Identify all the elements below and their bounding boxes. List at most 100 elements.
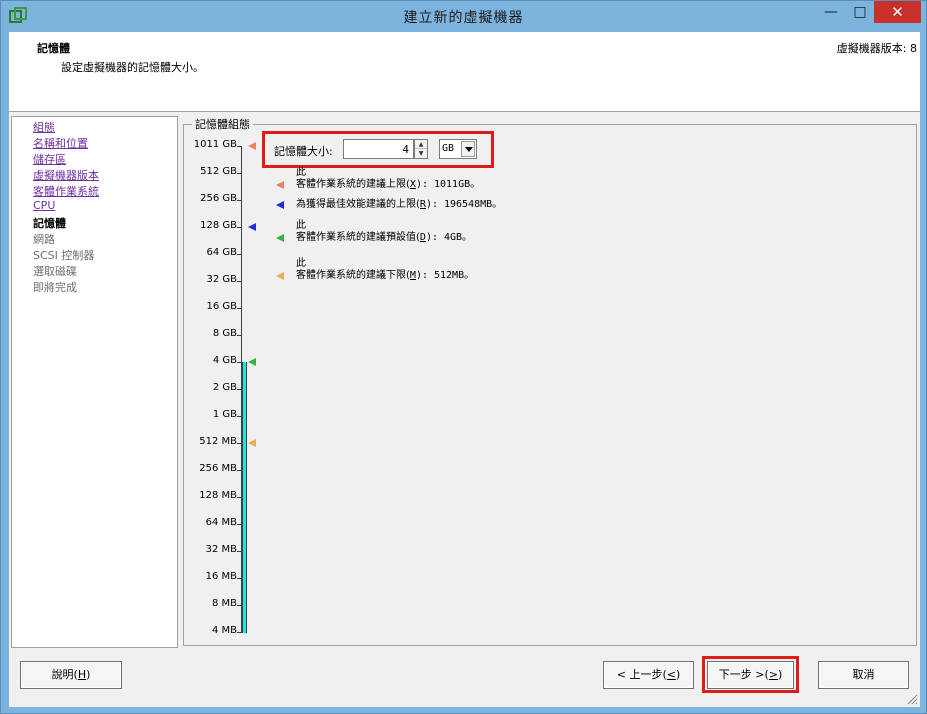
legend-marker-icon [276, 201, 284, 209]
memory-size-input[interactable] [343, 139, 414, 159]
scale-tick [237, 335, 242, 336]
back-button[interactable]: < 上一步(<) [603, 661, 694, 689]
scale-tick-label: 8 MB [211, 598, 237, 609]
scale-tick [237, 308, 242, 309]
scale-tick [237, 497, 242, 498]
cancel-button-text: 取消 [852, 668, 875, 681]
next-button[interactable]: 下一步 >(>) [707, 661, 794, 689]
stepper-up-icon[interactable]: ▲ [415, 140, 427, 149]
resize-grip-icon[interactable] [906, 693, 918, 705]
memory-size-label: 記憶體大小: [274, 145, 333, 158]
scale-tick-label: 64 MB [205, 517, 237, 528]
wizard-window: 建立新的虛擬機器 — □ ✕ 記憶體 設定虛擬機器的記憶體大小。 虛擬機器版本:… [0, 0, 927, 714]
cancel-button[interactable]: 取消 [818, 661, 909, 689]
scale-tick-label: 32 GB [206, 274, 237, 285]
sidebar-item-configuration[interactable]: 組態 [33, 119, 55, 135]
back-button-tail: ) [675, 668, 681, 681]
scale-tick [237, 416, 242, 417]
legend-label: 客體作業系統的建議上限( [296, 179, 410, 190]
scale-tick [237, 605, 242, 606]
scale-tick [237, 281, 242, 282]
legend-text: 客體作業系統的建議上限(X): 1011GB。 [296, 179, 480, 191]
wizard-steps-sidebar: 組態 名稱和位置 儲存區 虛擬機器版本 客體作業系統 CPU 記憶體 網路 SC… [11, 116, 178, 648]
help-button-key: H [77, 668, 87, 681]
scale-tick-label: 1 GB [212, 409, 237, 420]
legend-value: ): 196548MB。 [425, 199, 503, 210]
scale-tick [237, 227, 242, 228]
legend-label: 客體作業系統的建議預設值( [296, 232, 420, 243]
sidebar-item-cpu[interactable]: CPU [33, 199, 55, 212]
scale-tick-label: 2 GB [212, 382, 237, 393]
sidebar-item-ready-complete: 即將完成 [33, 281, 77, 294]
help-button-tail: ) [86, 668, 91, 681]
scale-tick [237, 551, 242, 552]
close-button[interactable]: ✕ [874, 1, 921, 23]
wizard-client: 記憶體 設定虛擬機器的記憶體大小。 虛擬機器版本: 8 組態 名稱和位置 儲存區… [9, 32, 920, 707]
scale-tick-label: 4 MB [211, 625, 237, 636]
scale-tick [237, 200, 242, 201]
scale-tick-label: 128 GB [200, 220, 237, 231]
legend-value: ): 512MB。 [415, 270, 475, 281]
sidebar-item-name-location[interactable]: 名稱和位置 [33, 135, 88, 151]
legend-text: 客體作業系統的建議預設值(D): 4GB。 [296, 232, 472, 244]
scale-tick [237, 443, 242, 444]
scale-tick [237, 632, 242, 633]
scale-tick [237, 254, 242, 255]
window-title: 建立新的虛擬機器 [403, 10, 524, 26]
scale-tick [237, 146, 242, 147]
scale-tick-label: 8 GB [212, 328, 237, 339]
memory-scale[interactable]: 1011 GB 512 GB 256 GB 128 GB 64 GB 32 GB 16 GB… [184, 125, 264, 647]
maximize-button[interactable]: □ [846, 1, 874, 23]
help-button[interactable]: 說明(H) [20, 661, 122, 689]
stepper-down-icon[interactable]: ▼ [415, 149, 427, 158]
page-subtitle: 設定虛擬機器的記憶體大小。 [61, 61, 204, 74]
legend-prefix: 此 [296, 258, 306, 269]
sidebar-item-storage[interactable]: 儲存區 [33, 151, 66, 167]
sidebar-item-scsi-controller: SCSI 控制器 [33, 249, 95, 262]
back-button-text: < 上一步( [616, 668, 667, 681]
next-button-tail: ) [777, 668, 783, 681]
legend-prefix: 此 [296, 220, 306, 231]
legend-text: 為獲得最佳效能建議的上限(R): 196548MB。 [296, 199, 502, 211]
legend-marker-icon [276, 181, 284, 189]
memory-unit-select[interactable]: GB [439, 139, 477, 159]
marker-max-recommended-icon [248, 142, 256, 150]
scale-tick [237, 470, 242, 471]
sidebar-item-select-disk: 選取磁碟 [33, 265, 77, 278]
scale-tick-label: 32 MB [205, 544, 237, 555]
memory-size-stepper[interactable]: ▲ ▼ [414, 139, 428, 159]
title-bar[interactable]: 建立新的虛擬機器 — □ ✕ [1, 1, 926, 32]
scale-tick-label: 128 MB [199, 490, 237, 501]
marker-best-performance-icon [248, 223, 256, 231]
sidebar-item-network: 網路 [33, 233, 55, 246]
chevron-down-icon[interactable] [461, 141, 475, 157]
memory-config-panel: 1011 GB 512 GB 256 GB 128 GB 64 GB 32 GB 16 GB… [183, 124, 917, 646]
scale-tick-label: 4 GB [212, 355, 237, 366]
help-button-text: 說明( [51, 668, 78, 681]
next-button-key: > [768, 668, 778, 681]
scale-tick-label: 256 MB [199, 463, 237, 474]
page-title: 記憶體 [37, 42, 70, 55]
legend-marker-icon [276, 234, 284, 242]
sidebar-item-vm-version[interactable]: 虛擬機器版本 [33, 167, 99, 183]
legend-prefix: 此 [296, 167, 306, 178]
legend-label: 為獲得最佳效能建議的上限( [296, 199, 420, 210]
memory-level-fill [242, 362, 247, 633]
scale-tick-label: 512 GB [200, 166, 237, 177]
vm-version-label: 虛擬機器版本: 8 [836, 42, 917, 55]
sidebar-item-guest-os[interactable]: 客體作業系統 [33, 183, 99, 199]
scale-tick [237, 578, 242, 579]
scale-tick-label: 256 GB [200, 193, 237, 204]
scale-tick-label: 512 MB [199, 436, 237, 447]
next-button-text: 下一步 >( [718, 668, 769, 681]
scale-tick-label: 64 GB [206, 247, 237, 258]
marker-min-recommended-icon [248, 439, 256, 447]
legend-text: 客體作業系統的建議下限(M): 512MB。 [296, 270, 474, 282]
scale-tick [237, 389, 242, 390]
scale-tick [237, 362, 242, 363]
marker-default-icon [248, 358, 256, 366]
scale-tick-label: 16 GB [206, 301, 237, 312]
legend-marker-icon [276, 272, 284, 280]
scale-tick-label: 16 MB [205, 571, 237, 582]
minimize-button[interactable]: — [817, 1, 845, 23]
